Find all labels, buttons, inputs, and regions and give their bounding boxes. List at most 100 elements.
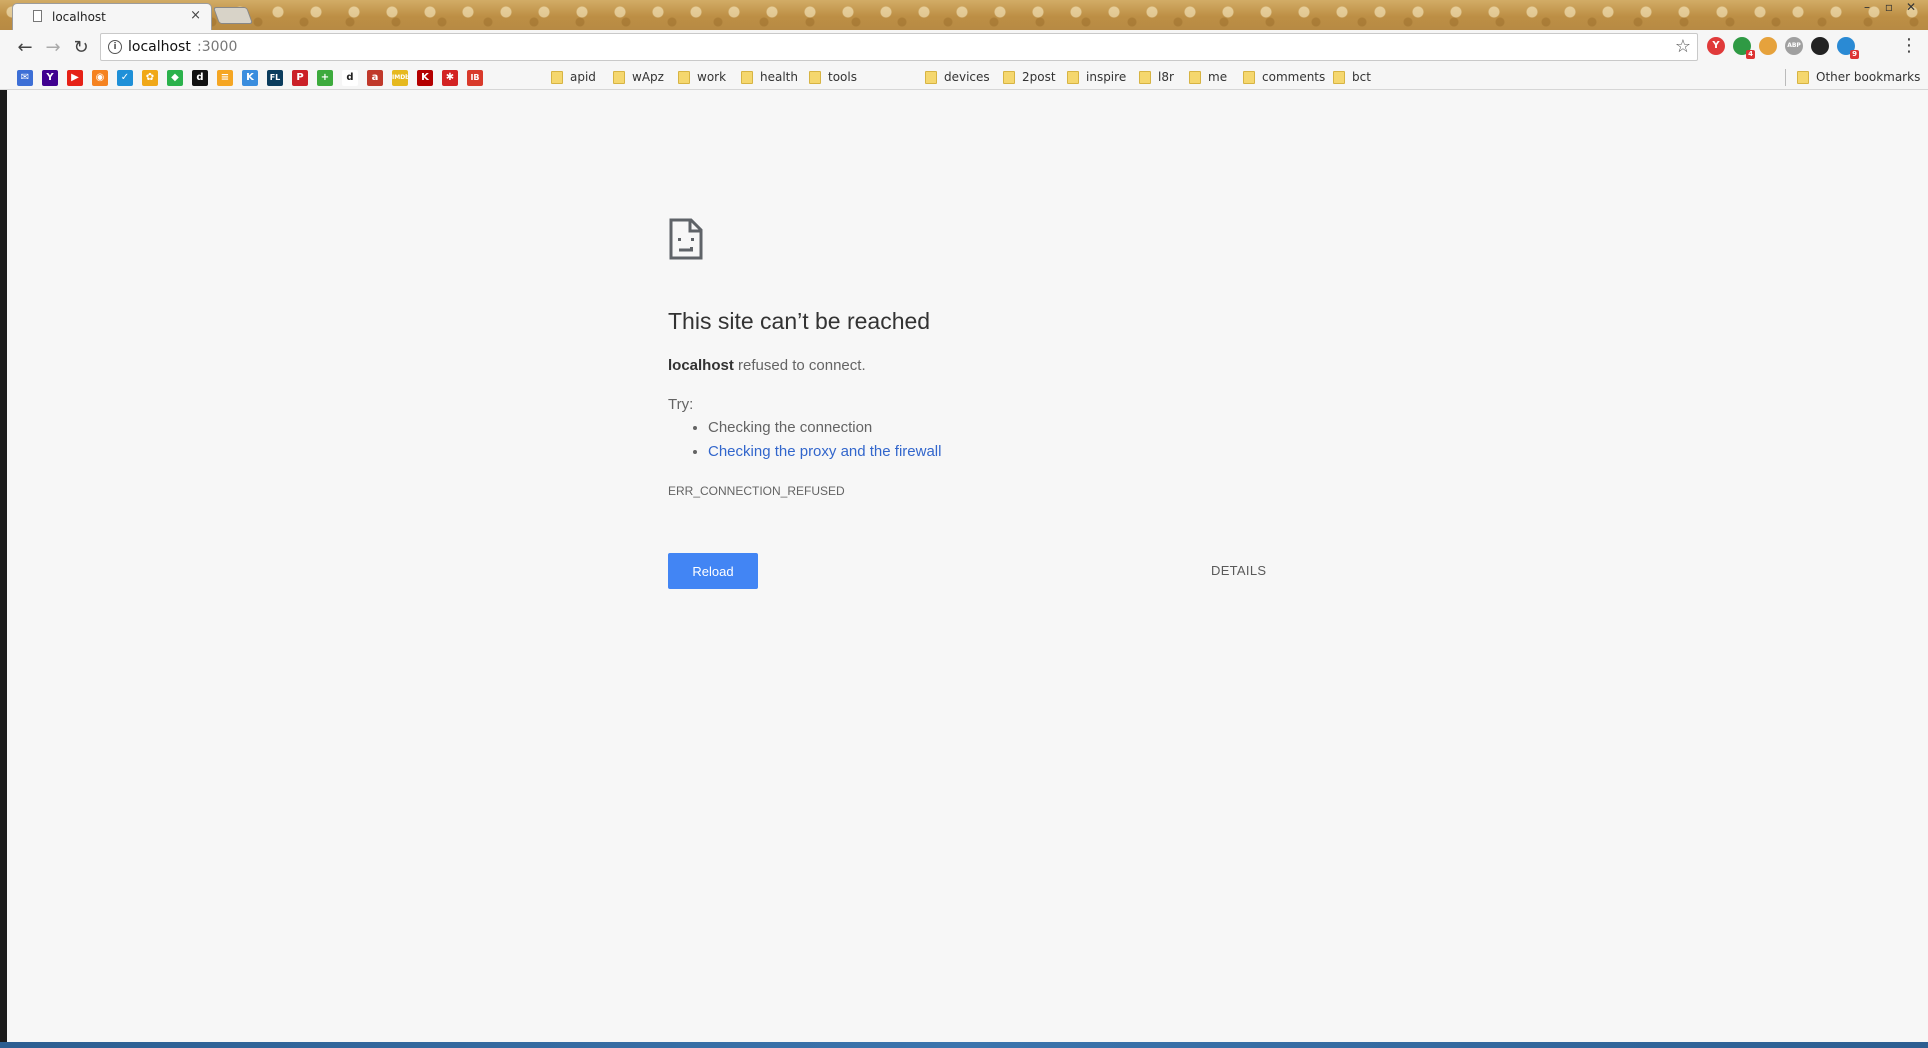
pinterest-bookmark-icon[interactable]: P [292, 70, 308, 86]
fl-bookmark-icon[interactable]: FL [267, 70, 283, 86]
kk-bookmark-icon[interactable]: K [242, 70, 258, 86]
bookmark-folder-wapz[interactable]: wApz [613, 70, 664, 84]
folder-icon [1003, 70, 1015, 84]
address-bar[interactable]: i localhost :3000 ☆ [100, 33, 1698, 61]
bookmark-folder-label: work [697, 70, 727, 84]
d-bookmark-icon[interactable]: d [342, 70, 358, 86]
error-summary: localhost refused to connect. [668, 357, 866, 374]
folder-icon [925, 70, 937, 84]
extension-badge: 9 [1850, 50, 1859, 59]
folder-icon [1067, 70, 1079, 84]
bookmarks-separator [1785, 69, 1786, 86]
folder-icon [1189, 70, 1201, 84]
folder-icon [741, 70, 753, 84]
bookmark-folder-label: me [1208, 70, 1228, 84]
bookmark-folder-inspire[interactable]: inspire [1067, 70, 1126, 84]
folder-icon [551, 70, 563, 84]
url-host: localhost [128, 39, 191, 55]
bookmark-folder-label: comments [1262, 70, 1326, 84]
error-heading: This site can’t be reached [668, 308, 931, 334]
bookmark-folder-label: l8r [1158, 70, 1174, 84]
close-window-button[interactable]: ✕ [1900, 0, 1922, 16]
suggestion-connection: Checking the connection [708, 416, 941, 440]
error-summary-text: refused to connect. [733, 357, 866, 374]
folder-icon [613, 70, 625, 84]
folder-icon [1243, 70, 1255, 84]
tab-close-icon[interactable]: × [190, 8, 201, 23]
error-page: This site can’t be reached localhost ref… [7, 90, 1928, 1042]
url-port: :3000 [197, 39, 238, 55]
gmail-bookmark-icon[interactable]: ✉ [17, 70, 33, 86]
try-label: Try: [668, 396, 694, 413]
folder-icon [1139, 70, 1151, 84]
bookmark-star-icon[interactable]: ☆ [1675, 36, 1691, 57]
reload-icon[interactable]: ↻ [69, 36, 93, 60]
menu-icon[interactable]: ⋮ [1900, 36, 1918, 56]
yahoo-bookmark-icon[interactable]: Y [42, 70, 58, 86]
back-arrow-icon[interactable]: ← [13, 36, 37, 60]
plus-bookmark-icon[interactable]: + [317, 70, 333, 86]
window-controls: – ▫ ✕ [1856, 0, 1922, 16]
gear-bookmark-icon[interactable]: ✿ [142, 70, 158, 86]
info-icon[interactable]: i [108, 40, 122, 54]
bookmark-folder-health[interactable]: health [741, 70, 798, 84]
bookmark-folder-work[interactable]: work [678, 70, 726, 84]
bookmark-folder-apid[interactable]: apid [551, 70, 596, 84]
bookmark-folder-label: wApz [632, 70, 664, 84]
check-bookmark-icon[interactable]: ✓ [117, 70, 133, 86]
feedly-bookmark-icon[interactable]: ◆ [167, 70, 183, 86]
forward-arrow-icon[interactable]: → [41, 36, 65, 60]
suggestion-proxy-item: Checking the proxy and the firewall [708, 440, 941, 464]
extension-badge: 4 [1746, 50, 1755, 59]
bookmarks-bar: ✉ Y ▶ ◉ ✓ ✿ ◆ d ≡ K FL P + d a IMDb K ✱ IB apid wApz work hea… [0, 66, 1928, 90]
amazon-bookmark-icon[interactable]: a [367, 70, 383, 86]
proxy-firewall-link[interactable]: Checking the proxy and the firewall [708, 443, 941, 460]
folder-icon [809, 70, 821, 84]
bookmark-folder-label: 2post [1022, 70, 1056, 84]
bookmark-folder-label: inspire [1086, 70, 1127, 84]
k-bookmark-icon[interactable]: K [417, 70, 433, 86]
reload-button[interactable]: Reload [668, 553, 758, 589]
maximize-button[interactable]: ▫ [1878, 0, 1900, 16]
error-host: localhost [668, 357, 734, 374]
layers-bookmark-icon[interactable]: ≡ [217, 70, 233, 86]
folder-icon [1797, 70, 1809, 84]
suggestions-list: Checking the connection Checking the pro… [668, 416, 941, 464]
bookmark-folder-2post[interactable]: 2post [1003, 70, 1056, 84]
bookmark-folder-label: devices [944, 70, 990, 84]
minimize-button[interactable]: – [1856, 0, 1878, 16]
incognito-ext-icon[interactable] [1811, 37, 1829, 55]
bookmark-folder-label: apid [570, 70, 596, 84]
bookmark-folder-tools[interactable]: tools [809, 70, 857, 84]
green-ext-icon[interactable]: 4 [1733, 37, 1755, 59]
rss-bookmark-icon[interactable]: ◉ [92, 70, 108, 86]
yelp-bookmark-icon[interactable]: ✱ [442, 70, 458, 86]
digg-bookmark-icon[interactable]: d [192, 70, 208, 86]
bookmark-folder-bct[interactable]: bct [1333, 70, 1371, 84]
new-tab-button[interactable] [212, 7, 254, 24]
bookmark-folder-label: tools [828, 70, 857, 84]
document-icon [33, 10, 42, 22]
bookmark-folder-devices[interactable]: devices [925, 70, 990, 84]
abp-icon[interactable]: ABP [1785, 37, 1803, 55]
other-bookmarks[interactable]: Other bookmarks [1797, 70, 1920, 84]
news-bookmark-icon[interactable]: IB [467, 70, 483, 86]
blue-check-ext-icon[interactable]: 9 [1837, 37, 1859, 59]
bookmark-folder-label: health [760, 70, 798, 84]
imdb-bookmark-icon[interactable]: IMDb [392, 70, 409, 86]
other-bookmarks-label: Other bookmarks [1816, 70, 1921, 84]
details-button[interactable]: DETAILS [1211, 563, 1266, 578]
folder-icon [1333, 70, 1345, 84]
yandex-icon[interactable]: Y [1707, 37, 1725, 55]
youtube-bookmark-icon[interactable]: ▶ [67, 70, 83, 86]
basket-icon[interactable] [1759, 37, 1777, 55]
bookmark-folder-me[interactable]: me [1189, 70, 1227, 84]
bookmark-folder-comments[interactable]: comments [1243, 70, 1325, 84]
bookmark-folder-l8r[interactable]: l8r [1139, 70, 1174, 84]
sad-document-icon [669, 218, 703, 260]
folder-icon [678, 70, 690, 84]
browser-toolbar: ← → ↻ i localhost :3000 ☆ Y 4 ABP 9 ⋮ [0, 30, 1928, 66]
tab-localhost[interactable]: localhost × [12, 3, 212, 30]
taskbar [0, 1042, 1928, 1048]
bookmark-folder-label: bct [1352, 70, 1371, 84]
